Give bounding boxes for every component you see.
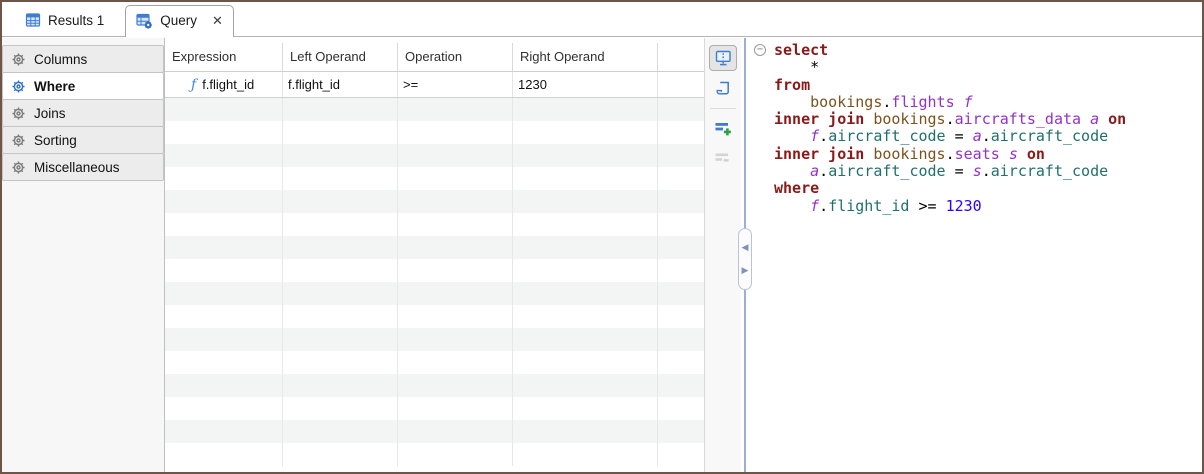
tab-query[interactable]: Query ✕ [125,5,234,37]
column-header-operation[interactable]: Operation [398,43,513,71]
cell-right-operand[interactable]: 1230 [513,72,658,97]
monitor-dotted-icon [714,50,733,67]
sql-line: a.aircraft_code = s.aircraft_code [774,163,1198,180]
empty-grid-row [165,397,704,420]
gear-icon [11,79,26,94]
sql-preview-panel[interactable]: − select *from bookings.flights finner j… [748,38,1202,472]
cell-left-operand[interactable]: f.flight_id [283,72,398,97]
sidebar-item-label: Columns [34,52,87,67]
sql-line: where [774,180,1198,197]
list-remove-icon [715,150,732,167]
query-builder-window: Results 1 Query ✕ [0,0,1204,474]
empty-grid-row [165,282,704,305]
empty-grid-row [165,305,704,328]
sql-line: inner join bookings.seats s on [774,146,1198,163]
sql-line: select [774,42,1198,59]
remove-expression-button[interactable] [709,145,737,171]
empty-grid-row [165,420,704,443]
cell-expression-text: f.flight_id [202,73,254,97]
sidebar-item-sorting[interactable]: Sorting [2,126,164,154]
gear-icon [11,52,26,67]
empty-grid-row [165,98,704,121]
grid-header: Expression Left Operand Operation Right … [165,43,704,72]
column-header-expression[interactable]: Expression [165,43,283,71]
cell-filler [658,72,704,97]
editor-tab-bar: Results 1 Query ✕ [2,2,1202,37]
empty-grid-row [165,167,704,190]
column-header-left-operand[interactable]: Left Operand [283,43,398,71]
sidebar-item-miscellaneous[interactable]: Miscellaneous [2,153,164,181]
cell-operation[interactable]: >= [398,72,513,97]
grid-toolbar [705,38,741,472]
tab-label: Results 1 [48,13,104,28]
empty-grid-row [165,144,704,167]
empty-grid-row [165,351,704,374]
open-sql-editor-button[interactable] [709,75,737,101]
sidebar-item-joins[interactable]: Joins [2,99,164,127]
grid-empty-rows[interactable] [165,98,704,466]
empty-grid-row [165,259,704,282]
scroll-icon [715,80,732,97]
empty-grid-row [165,374,704,397]
sql-code: select *from bookings.flights finner joi… [774,42,1198,215]
sql-line: from [774,77,1198,94]
sql-line: f.flight_id >= 1230 [774,198,1198,215]
query-builder-icon [136,13,153,29]
query-sections-sidebar: Columns Where [2,38,165,472]
sql-line: * [774,59,1198,76]
sidebar-item-label: Sorting [34,133,77,148]
panel-splitter[interactable]: ◀ ▶ [741,38,748,472]
empty-grid-row [165,121,704,144]
empty-grid-row [165,443,704,466]
collapse-left-icon[interactable]: ◀ [742,243,749,252]
add-expression-button[interactable] [709,115,737,141]
empty-grid-row [165,190,704,213]
sidebar-item-columns[interactable]: Columns [2,45,164,73]
gear-icon [11,160,26,175]
sql-line: inner join bookings.aircrafts_data a on [774,111,1198,128]
empty-grid-row [165,236,704,259]
code-folding-gutter: − [754,42,774,215]
grid-header-filler [658,43,704,71]
sidebar-item-where[interactable]: Where [2,72,164,100]
sidebar-item-label: Miscellaneous [34,160,120,175]
close-icon[interactable]: ✕ [212,14,223,27]
where-conditions-grid[interactable]: Expression Left Operand Operation Right … [165,38,705,472]
empty-grid-row [165,213,704,236]
gear-icon [11,133,26,148]
sql-line: f.aircraft_code = a.aircraft_code [774,128,1198,145]
sidebar-item-label: Where [34,79,75,94]
sidebar-item-label: Joins [34,106,66,121]
tab-results-1[interactable]: Results 1 [12,6,117,36]
toggle-sql-preview-button[interactable] [709,45,737,71]
toolbar-separator [710,108,736,109]
sql-line: bookings.flights f [774,94,1198,111]
query-builder-body: Columns Where [2,38,1202,472]
where-grid-row: ƒ f.flight_id f.flight_id >= 1230 [165,72,704,98]
list-add-icon [715,120,732,137]
gear-icon [11,106,26,121]
collapse-right-icon[interactable]: ▶ [742,266,749,275]
splitter-collapse-handle[interactable]: ◀ ▶ [738,228,752,290]
tab-label: Query [160,13,197,28]
column-header-right-operand[interactable]: Right Operand [513,43,658,71]
collapse-block-icon[interactable]: − [754,44,766,56]
cell-expression[interactable]: ƒ f.flight_id [165,72,283,97]
function-icon: ƒ [191,73,196,97]
results-grid-icon [25,12,41,28]
empty-grid-row [165,328,704,351]
